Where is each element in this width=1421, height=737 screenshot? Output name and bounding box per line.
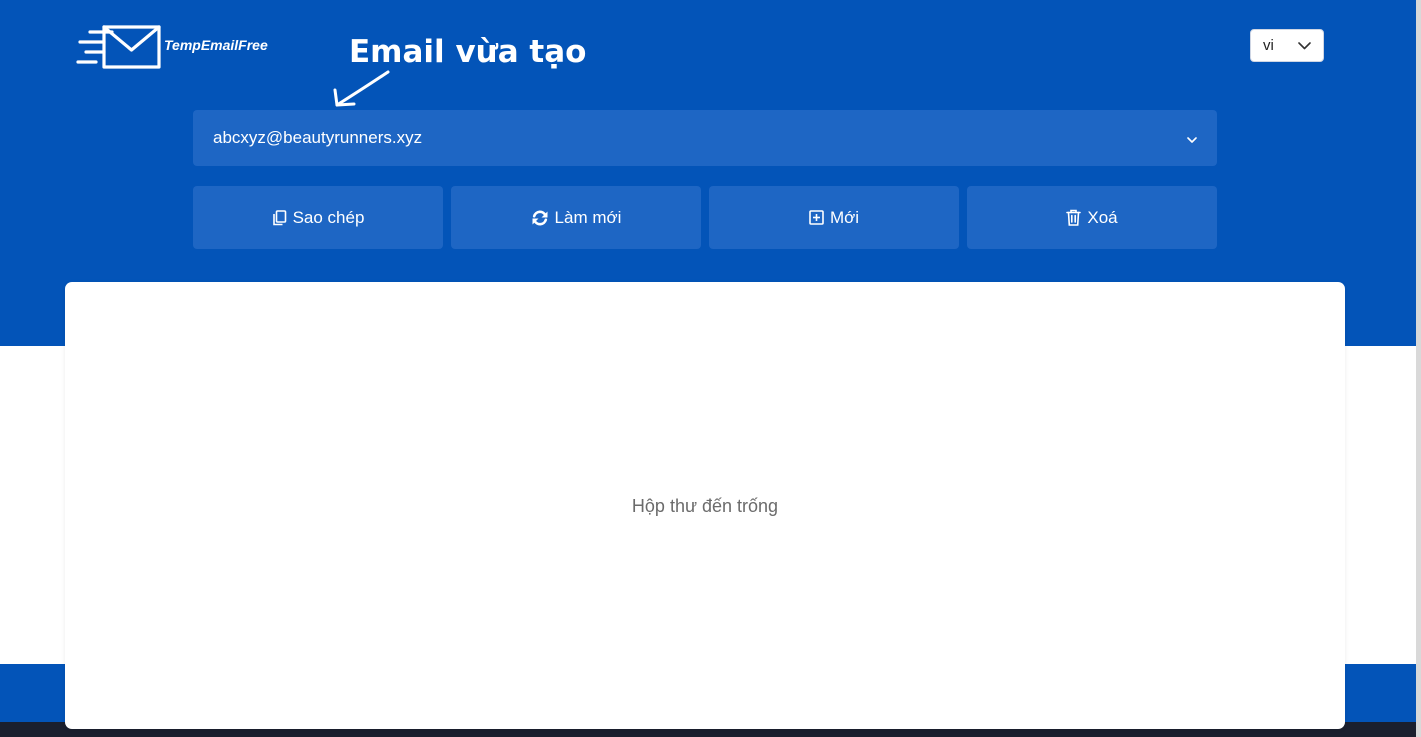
refresh-icon [531,209,549,227]
new-email-button[interactable]: Mới [709,186,959,249]
brand-logo[interactable]: TempEmailFree [76,24,268,70]
action-buttons: Sao chép Làm mới Mới Xoá [193,186,1217,249]
refresh-button[interactable]: Làm mới [451,186,701,249]
annotation-arrow-icon [333,70,390,107]
copy-icon [272,209,287,226]
chevron-down-icon [1187,128,1197,148]
copy-button-label: Sao chép [292,207,365,227]
refresh-button-label: Làm mới [554,207,622,227]
delete-button-label: Xoá [1087,207,1118,227]
plus-square-icon [809,210,824,225]
chevron-down-icon [1298,37,1311,54]
email-address-select[interactable]: abcxyz@beautyrunners.xyz [193,110,1217,166]
envelope-speed-icon [76,24,162,70]
brand-name: TempEmailFree [164,37,268,53]
new-email-button-label: Mới [829,207,860,227]
annotation-label: Email vừa tạo [349,34,587,70]
inbox-panel: Hộp thư đến trống [65,282,1345,729]
delete-button[interactable]: Xoá [967,186,1217,249]
inbox-empty-message: Hộp thư đến trống [631,495,779,516]
scrollbar[interactable] [1416,0,1421,737]
language-select[interactable]: vi [1250,29,1324,62]
copy-button[interactable]: Sao chép [193,186,443,249]
email-address-value: abcxyz@beautyrunners.xyz [213,128,423,147]
trash-icon [1066,209,1082,226]
language-value: vi [1263,37,1274,54]
